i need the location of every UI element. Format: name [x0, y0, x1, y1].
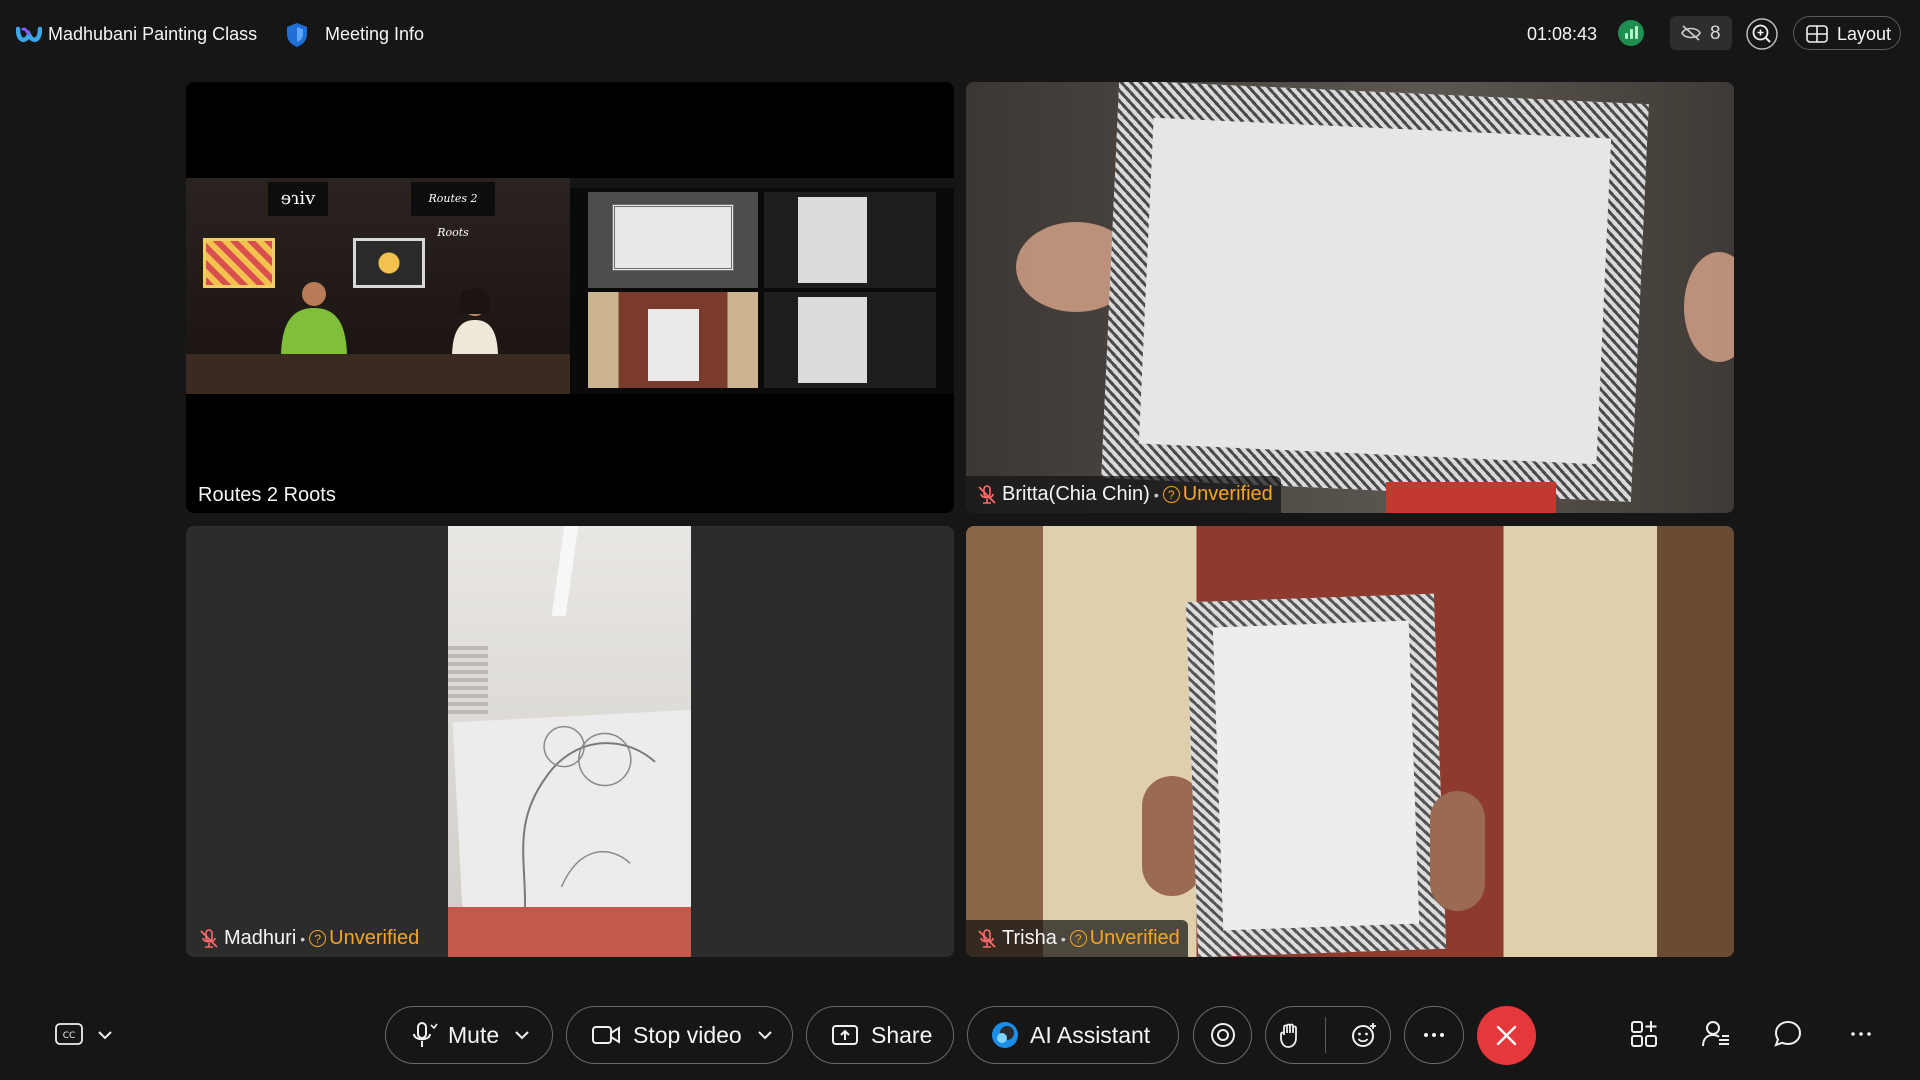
zoom-icon[interactable]	[1745, 17, 1779, 51]
gallery-thumb	[588, 192, 758, 288]
unverified-icon: ?	[309, 930, 327, 947]
ai-assistant-icon	[992, 1022, 1018, 1048]
participant-name: Trisha	[1002, 927, 1057, 949]
unverified-status: ? Unverified	[309, 927, 419, 950]
video-camera-icon	[592, 1026, 620, 1044]
share-label: Share	[871, 1021, 933, 1048]
share-button[interactable]: Share	[806, 1006, 954, 1064]
chevron-down-icon[interactable]	[96, 1026, 114, 1044]
unverified-icon: ?	[1162, 486, 1180, 503]
gallery-thumb	[588, 292, 758, 388]
madhubani-drawing	[1185, 593, 1447, 957]
participant-name: Britta(Chia Chin)	[1002, 483, 1150, 505]
reactions-group	[1265, 1006, 1391, 1064]
close-icon	[1496, 1025, 1517, 1046]
video-tile-trisha[interactable]: Trisha • ? Unverified	[966, 526, 1734, 957]
ai-assistant-label: AI Assistant	[1030, 1021, 1151, 1048]
madhubani-drawing	[1101, 82, 1649, 502]
hidden-participants-count: 8	[1710, 23, 1721, 44]
more-icon[interactable]	[1845, 1018, 1877, 1050]
background-object	[1386, 482, 1556, 513]
video-tile-madhuri[interactable]: Madhuri • ? Unverified	[186, 526, 954, 957]
stop-video-button[interactable]: Stop video	[566, 1006, 793, 1064]
meeting-timer: 01:08:43	[1527, 24, 1598, 44]
video-tile-routes-2-roots[interactable]: ɘɿiv Routes 2 Roots Routes 2 Roots	[186, 82, 954, 513]
raise-hand-icon[interactable]	[1278, 1021, 1302, 1049]
madhubani-drawing	[452, 709, 691, 933]
gallery-thumb	[764, 192, 936, 288]
ceiling-light	[551, 526, 579, 616]
hidden-participants-button[interactable]: 8	[1670, 16, 1732, 50]
closed-caption-icon[interactable]: CC	[54, 1022, 84, 1046]
mic-off-icon	[978, 928, 996, 948]
layout-icon	[1806, 25, 1828, 43]
chevron-down-icon[interactable]	[513, 1026, 531, 1044]
video-tile-britta[interactable]: Britta(Chia Chin) • ? Unverified	[966, 82, 1734, 513]
meeting-info-button[interactable]: Meeting Info	[325, 24, 424, 45]
meeting-title: Madhubani Painting Class	[48, 24, 258, 44]
mic-icon	[413, 1022, 438, 1047]
reactions-icon[interactable]	[1350, 1021, 1378, 1049]
webex-logo-icon	[16, 26, 42, 43]
presenter-man	[281, 282, 347, 358]
painting-poster	[353, 238, 425, 288]
gallery-thumb	[764, 292, 936, 388]
mic-off-icon	[200, 928, 218, 948]
unverified-status: ? Unverified	[1162, 483, 1273, 506]
share-screen-icon	[832, 1025, 858, 1045]
hand	[1430, 791, 1485, 911]
participant-name-tag: Trisha • ? Unverified	[966, 920, 1188, 957]
participant-name-tag: Britta(Chia Chin) • ? Unverified	[966, 476, 1281, 513]
eye-off-icon	[1681, 25, 1701, 41]
divider	[1325, 1017, 1327, 1053]
mute-button[interactable]: Mute	[385, 1006, 553, 1064]
studio-video: ɘɿiv Routes 2 Roots	[186, 178, 570, 394]
apps-icon[interactable]	[1628, 1018, 1660, 1050]
network-status-icon[interactable]	[1618, 20, 1644, 46]
top-bar: Madhubani Painting Class Meeting Info 01…	[0, 0, 1920, 70]
separator-dot: •	[300, 930, 306, 947]
mic-off-icon	[978, 484, 996, 504]
stop-video-label: Stop video	[633, 1021, 742, 1048]
unverified-label: Unverified	[1089, 927, 1180, 949]
record-button[interactable]	[1193, 1006, 1252, 1064]
more-icon	[1424, 1033, 1444, 1037]
ai-assistant-button[interactable]: AI Assistant	[967, 1006, 1179, 1064]
participants-icon[interactable]	[1700, 1018, 1732, 1050]
studio-sign-logo: ɘɿiv	[268, 182, 328, 216]
painting-poster	[203, 238, 275, 288]
shield-icon[interactable]	[286, 22, 308, 48]
participant-name-tag: Madhuri • ? Unverified	[188, 920, 427, 957]
shared-toolbar	[570, 178, 954, 188]
separator-dot: •	[1060, 930, 1066, 947]
layout-label: Layout	[1837, 24, 1892, 44]
participant-name: Routes 2 Roots	[198, 484, 336, 506]
unverified-label: Unverified	[329, 927, 420, 949]
leave-meeting-button[interactable]	[1477, 1006, 1536, 1065]
studio-floor	[186, 354, 570, 394]
video-feed	[448, 526, 691, 957]
layout-button[interactable]: Layout	[1793, 16, 1901, 50]
record-icon	[1210, 1023, 1235, 1047]
shared-gallery-view	[570, 178, 954, 394]
unverified-label: Unverified	[1182, 483, 1273, 505]
unverified-status: ? Unverified	[1069, 927, 1180, 950]
chat-icon[interactable]	[1772, 1018, 1804, 1050]
chevron-down-icon[interactable]	[756, 1026, 774, 1044]
background-object	[448, 907, 691, 957]
more-options-button[interactable]	[1404, 1006, 1464, 1064]
svg-text:CC: CC	[63, 1031, 76, 1041]
mute-label: Mute	[448, 1021, 500, 1048]
studio-sign-routes: Routes 2 Roots	[411, 182, 495, 239]
separator-dot: •	[1153, 486, 1159, 503]
air-vent	[448, 646, 488, 716]
participant-name: Madhuri	[224, 927, 297, 949]
unverified-icon: ?	[1069, 930, 1087, 947]
